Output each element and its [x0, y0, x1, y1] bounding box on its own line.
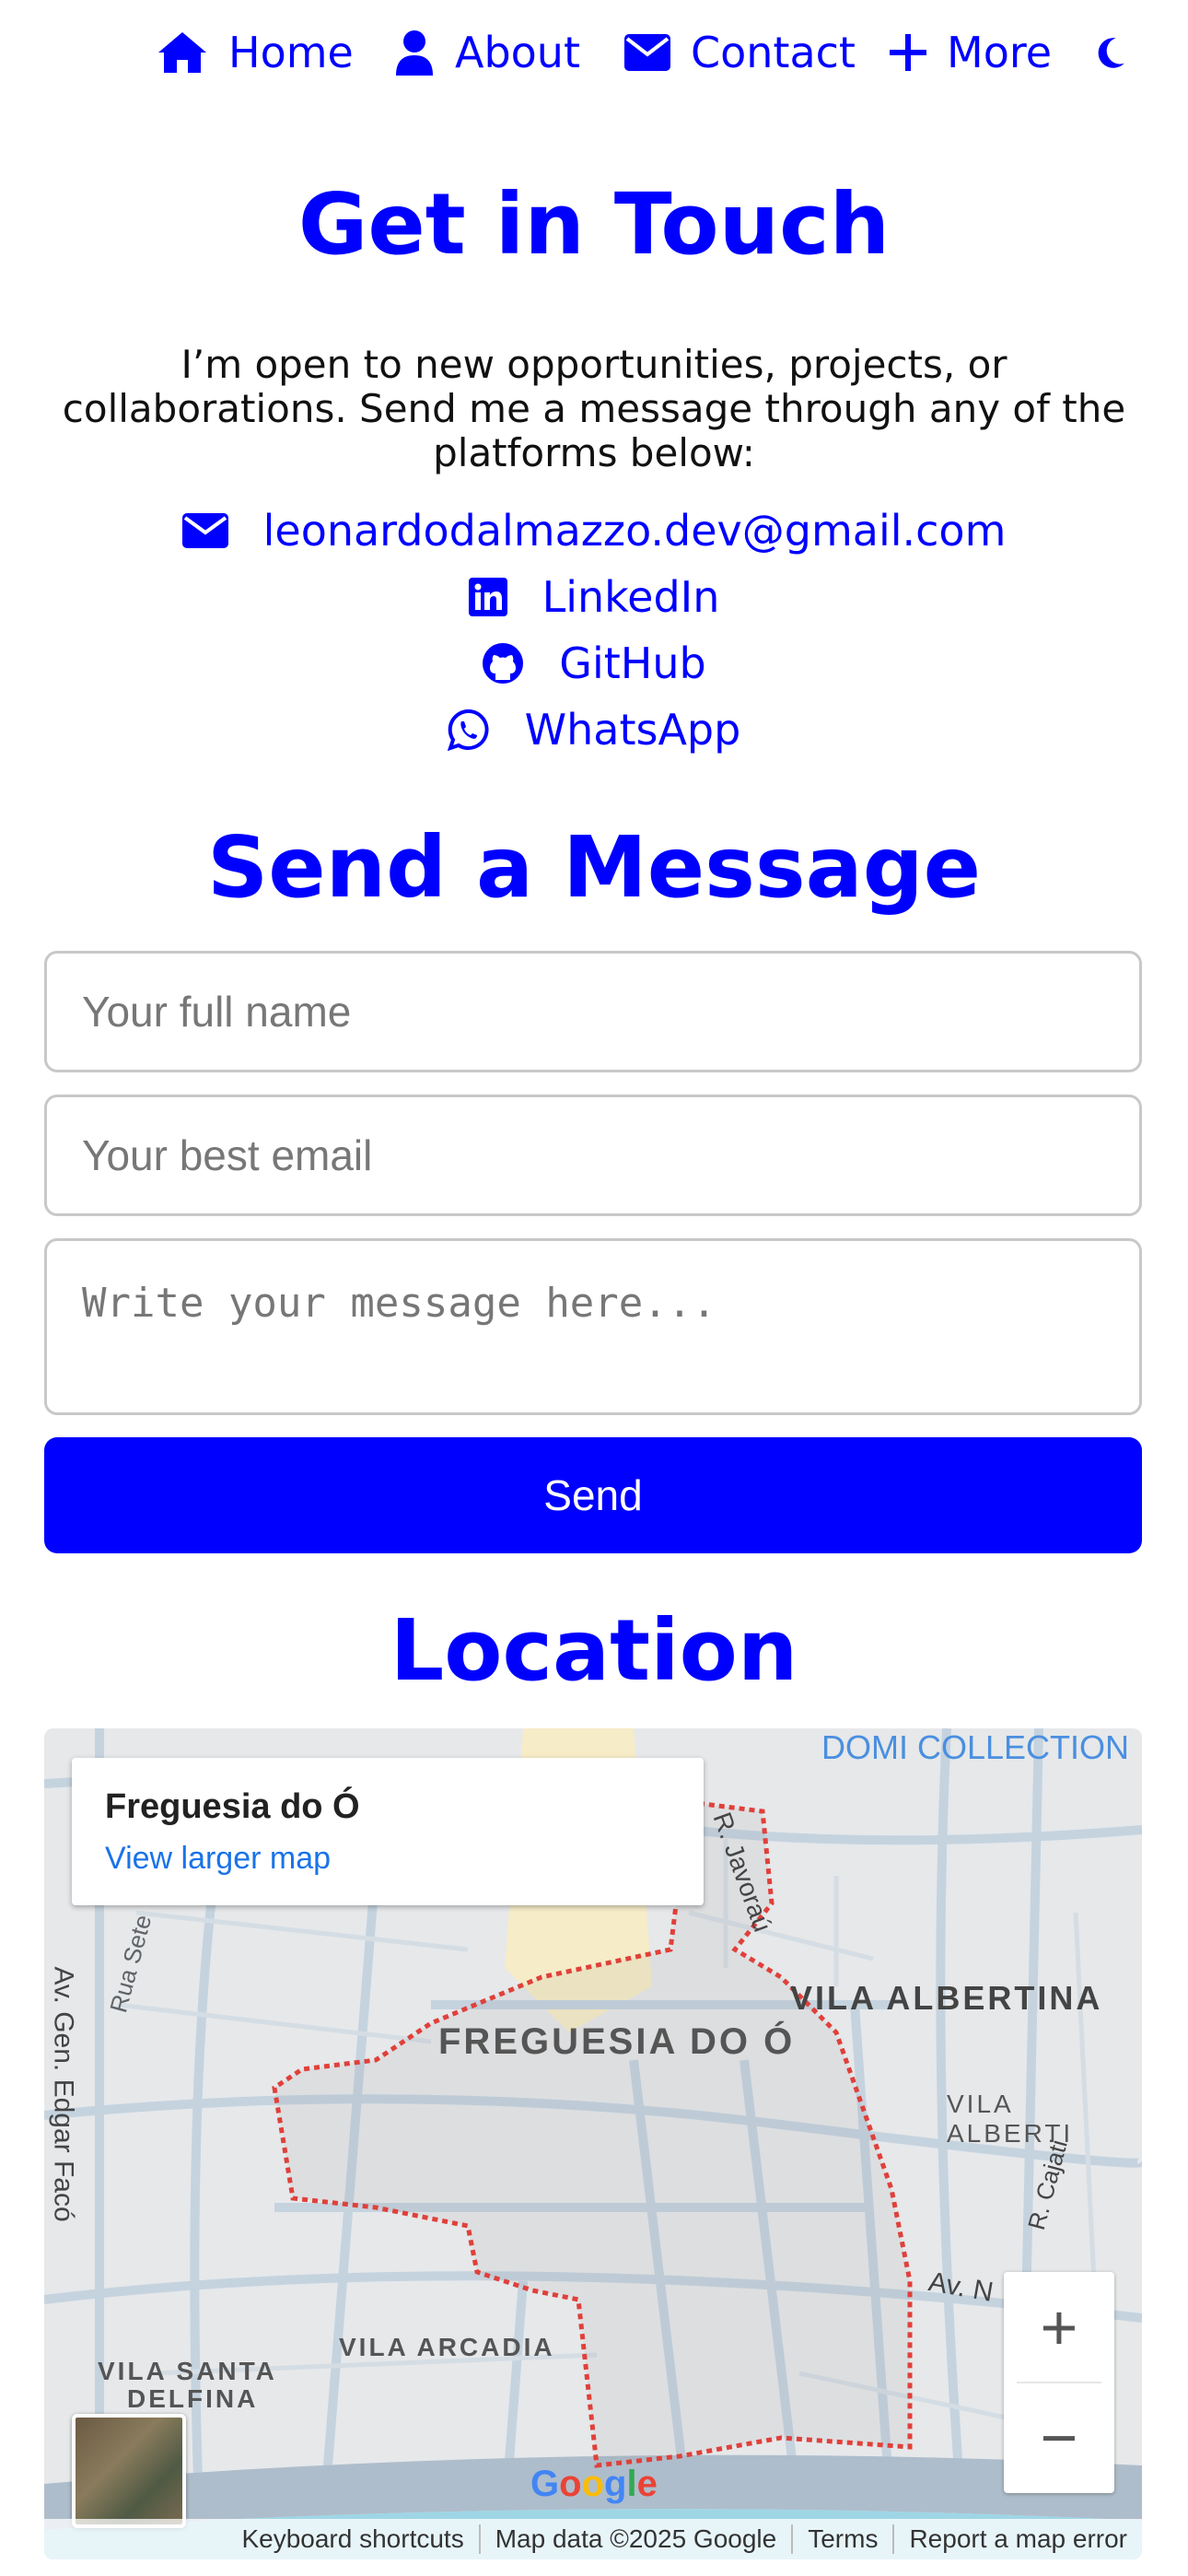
- google-logo: Google: [530, 2464, 658, 2504]
- intro-text: I’m open to new opportunities, projects,…: [62, 342, 1126, 475]
- top-nav: Home About Contact More: [0, 20, 1188, 85]
- view-larger-map-link[interactable]: View larger map: [105, 1841, 331, 1877]
- linkedin-link-label: LinkedIn: [542, 572, 720, 622]
- zoom-in-button[interactable]: +: [1004, 2272, 1114, 2383]
- map-place-name: Freguesia do Ó: [105, 1787, 360, 1826]
- message-textarea[interactable]: Write your message here...: [44, 1238, 1142, 1415]
- map-data-text: Map data ©2025 Google: [478, 2524, 792, 2554]
- moon-icon: [1098, 38, 1124, 68]
- home-icon: [158, 32, 206, 73]
- map-label-vila-arcadia: VILA ARCADIA: [339, 2333, 555, 2361]
- map-label-domi: DOMI COLLECTION: [821, 1728, 1129, 1766]
- envelope-icon: [624, 34, 670, 71]
- zoom-divider: [1017, 2382, 1101, 2383]
- contact-links: leonardodalmazzo.dev@gmail.com LinkedIn …: [0, 498, 1188, 763]
- nav-about-label: About: [455, 28, 581, 77]
- name-input[interactable]: Your full name: [44, 951, 1142, 1072]
- whatsapp-link-label: WhatsApp: [524, 705, 741, 755]
- whatsapp-link[interactable]: WhatsApp: [0, 697, 1188, 763]
- map-label-vila-albertina: VILA ALBERTINA: [790, 1979, 1103, 2017]
- github-link[interactable]: GitHub: [0, 630, 1188, 697]
- email-link[interactable]: leonardodalmazzo.dev@gmail.com: [0, 498, 1188, 564]
- github-icon: [483, 643, 524, 684]
- nav-more[interactable]: More: [890, 20, 1052, 85]
- envelope-icon: [181, 513, 228, 548]
- keyboard-shortcuts-link[interactable]: Keyboard shortcuts: [227, 2524, 478, 2554]
- nav-about[interactable]: About: [394, 20, 580, 85]
- linkedin-icon: [468, 578, 507, 616]
- terms-link[interactable]: Terms: [791, 2524, 892, 2554]
- map-label-edgar-faco: Av. Gen. Edgar Facó: [48, 1966, 79, 2222]
- plus-icon: [890, 34, 926, 71]
- map-place-card: Freguesia do Ó View larger map: [72, 1758, 704, 1905]
- linkedin-link[interactable]: LinkedIn: [0, 564, 1188, 630]
- send-button[interactable]: Send: [44, 1437, 1142, 1553]
- github-link-label: GitHub: [559, 638, 706, 688]
- email-link-label: leonardodalmazzo.dev@gmail.com: [262, 506, 1007, 556]
- map-label-vila-santa: VILA SANTA: [98, 2357, 277, 2385]
- location-title: Location: [390, 1601, 798, 1700]
- zoom-out-button[interactable]: −: [1004, 2383, 1114, 2493]
- send-message-title: Send a Message: [207, 818, 981, 917]
- nav-home-label: Home: [228, 28, 354, 77]
- nav-contact[interactable]: Contact: [624, 20, 856, 85]
- map-zoom-control: + −: [1004, 2272, 1114, 2493]
- email-input[interactable]: Your best email: [44, 1095, 1142, 1216]
- nav-contact-label: Contact: [691, 28, 856, 77]
- get-in-touch-title: Get in Touch: [297, 175, 891, 274]
- nav-home[interactable]: Home: [157, 20, 354, 85]
- map-embed[interactable]: DOMI COLLECTION FREGUESIA DO Ó VILA ALBE…: [44, 1728, 1142, 2559]
- map-label-delfina: DELFINA: [127, 2384, 259, 2413]
- theme-toggle[interactable]: [1098, 20, 1146, 85]
- map-footer: Keyboard shortcuts Map data ©2025 Google…: [44, 2519, 1142, 2559]
- map-label-freguesia: FREGUESIA DO Ó: [438, 2021, 796, 2062]
- nav-more-label: More: [947, 28, 1053, 77]
- whatsapp-icon: [447, 708, 489, 751]
- satellite-toggle[interactable]: [72, 2414, 186, 2528]
- report-map-error-link[interactable]: Report a map error: [892, 2524, 1142, 2554]
- user-icon: [396, 30, 433, 76]
